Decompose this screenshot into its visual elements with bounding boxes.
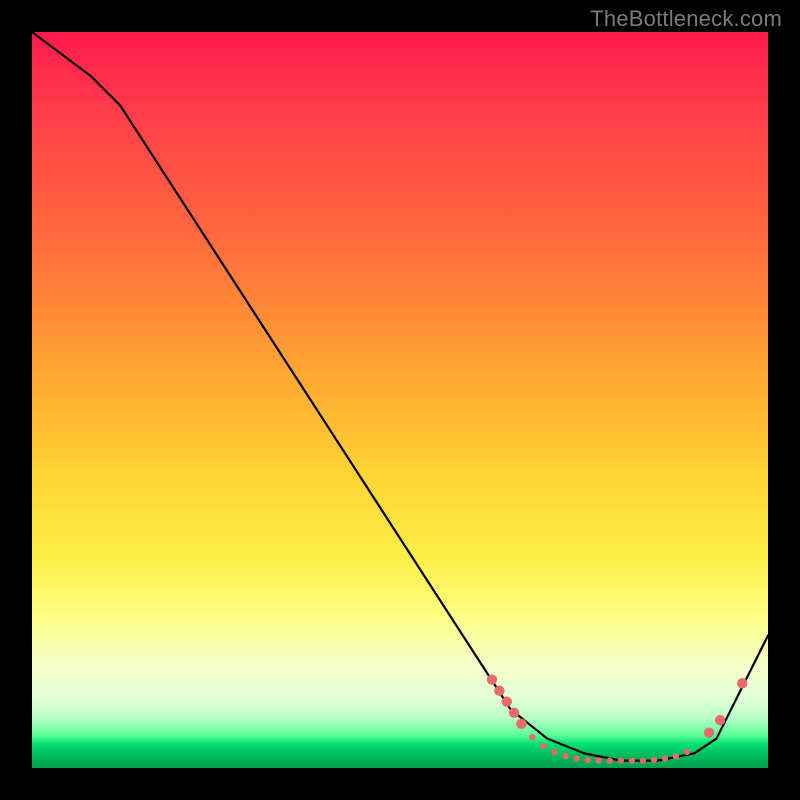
highlight-dot bbox=[737, 678, 747, 688]
highlight-dot bbox=[715, 715, 725, 725]
highlight-dot bbox=[562, 753, 568, 759]
highlight-dot bbox=[584, 757, 590, 763]
highlight-dot bbox=[494, 686, 504, 696]
curve-line bbox=[32, 32, 768, 761]
watermark-text: TheBottleneck.com bbox=[590, 6, 782, 32]
highlight-dot bbox=[651, 757, 657, 763]
highlight-dot bbox=[673, 753, 679, 759]
highlight-dot bbox=[596, 757, 602, 763]
highlight-dot bbox=[684, 749, 690, 755]
chart-svg bbox=[32, 32, 768, 768]
highlight-dot bbox=[573, 755, 579, 761]
highlight-dots bbox=[487, 674, 748, 763]
highlight-dot bbox=[551, 749, 557, 755]
highlight-dot bbox=[487, 674, 497, 684]
highlight-dot bbox=[502, 697, 512, 707]
highlight-dot bbox=[618, 757, 624, 763]
highlight-dot bbox=[629, 757, 635, 763]
highlight-dot bbox=[607, 757, 613, 763]
highlight-dot bbox=[662, 755, 668, 761]
plot-area bbox=[32, 32, 768, 768]
highlight-dot bbox=[704, 727, 714, 737]
highlight-dot bbox=[529, 734, 535, 740]
highlight-dot bbox=[540, 743, 546, 749]
highlight-dot bbox=[516, 719, 526, 729]
highlight-dot bbox=[640, 757, 646, 763]
chart-stage: TheBottleneck.com bbox=[0, 0, 800, 800]
highlight-dot bbox=[509, 708, 519, 718]
